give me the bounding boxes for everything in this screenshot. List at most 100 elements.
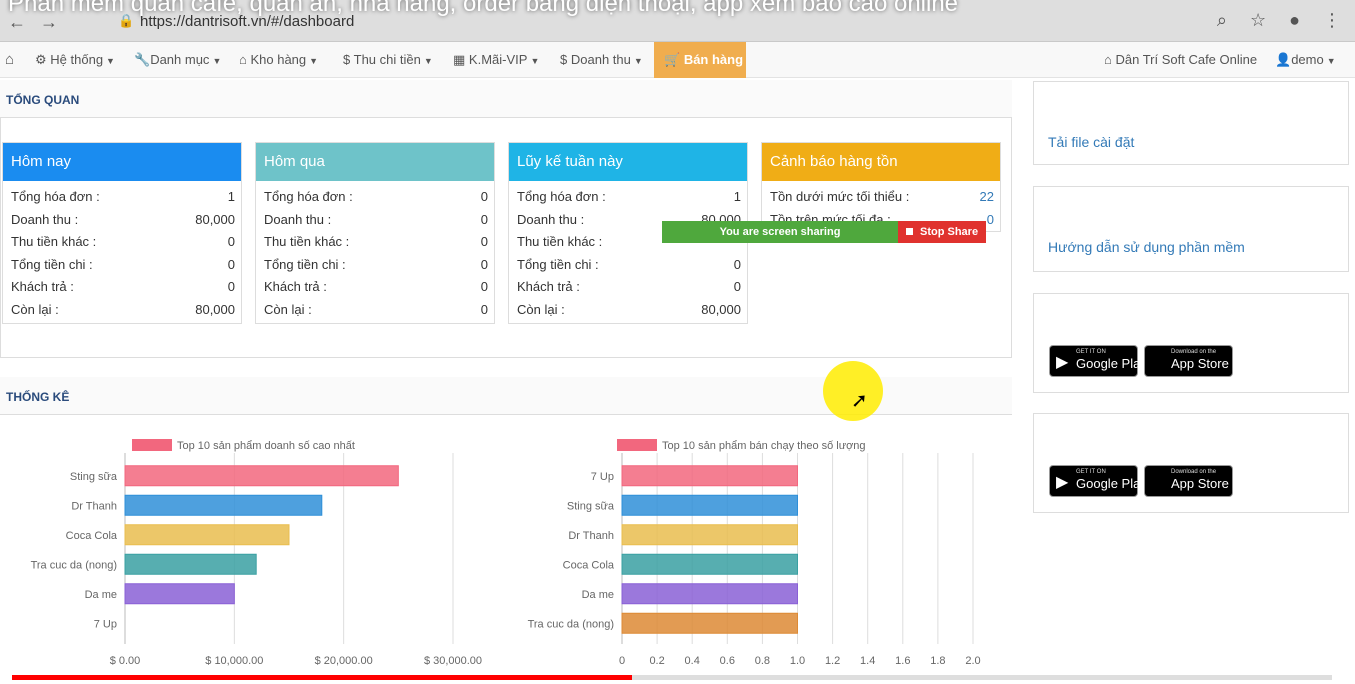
overview-row-value: 0 <box>480 256 488 272</box>
nav-label: Thu chi tiền <box>353 52 421 67</box>
y-tick-label: Da me <box>582 589 614 601</box>
nav-danh-muc[interactable]: 🔧Danh mục ▼ <box>134 42 221 78</box>
y-tick-label: Da me <box>85 589 117 601</box>
nav-user[interactable]: 👤demo ▼ <box>1275 42 1336 78</box>
menu-icon[interactable]: ⋮ <box>1323 10 1341 30</box>
video-title: Phần mềm quản cafe, quán ăn, nhà hàng, o… <box>8 0 959 17</box>
revenue-chart: Top 10 sản phẩm doanh số cao nhất $ 0.00 $… <box>31 439 482 667</box>
stop-share-button[interactable]: Stop Share <box>898 221 986 243</box>
bar <box>124 465 399 487</box>
star-icon[interactable]: ☆ <box>1250 10 1266 30</box>
google-play-button[interactable]: ▶ GET IT ON Google Play <box>1049 465 1147 497</box>
zoom-icon[interactable]: ⌕ <box>1217 10 1227 30</box>
overview-row-value: 0 <box>480 234 488 249</box>
overview-row-label: Doanh thu : <box>517 211 585 227</box>
overview-row-value[interactable]: 0 <box>987 212 994 227</box>
overview-row: Còn lại : 0 <box>256 298 494 321</box>
cart-icon: 🛒 <box>664 52 681 67</box>
user-icon: 👤 <box>1275 52 1292 67</box>
profile-icon[interactable]: ● <box>1289 10 1300 30</box>
google-play-button[interactable]: ▶ GET IT ON Google Play <box>1049 345 1147 377</box>
y-tick-label: Sting sữa <box>70 471 118 483</box>
panel-settings: Cài đặt màn hình bán hàng Tải file cài đ… <box>1033 81 1349 165</box>
panel-order-app-title: Ứng dụng Order trên điện thoại <box>1048 423 1257 440</box>
x-tick-label: 0.8 <box>755 655 770 667</box>
overview-row: Tổng hóa đơn : 0 <box>256 185 494 208</box>
overview-box-title: Hôm qua <box>256 143 494 181</box>
overview-box: Hôm qua Tổng hóa đơn :0 Doanh thu :0 Thu ti… <box>255 142 495 324</box>
overview-row: Tồn dưới mức tối thiểu : 22 <box>762 185 1000 208</box>
nav-label: K.Mãi-VIP <box>468 52 528 67</box>
overview-row-value: 1 <box>227 189 235 204</box>
app-store-button[interactable]: Download on the App Store <box>1144 465 1233 497</box>
video-progress-bar[interactable] <box>12 675 1332 680</box>
home-icon: ⌂ <box>239 52 247 67</box>
y-tick-label: 7 Up <box>94 618 117 630</box>
nav-kho-hang[interactable]: ⌂ Kho hàng ▼ <box>239 42 318 78</box>
nav-store[interactable]: ⌂ Dân Trí Soft Cafe Online <box>1104 42 1257 78</box>
x-tick-label: $ 10,000.00 <box>205 655 263 667</box>
overview-box-title: Lũy kế tuần này <box>509 143 747 181</box>
overview-row-value: 80,000 <box>195 301 235 317</box>
screen-share-status: You are screen sharing <box>662 221 898 243</box>
x-tick-label: 1.0 <box>790 655 805 667</box>
overview-row: Doanh thu : 80,000 <box>3 208 241 231</box>
overview-row: Khách trả : 0 <box>256 275 494 298</box>
overview-row-value: 0 <box>480 189 488 204</box>
google-big-text: Google Play <box>1076 356 1147 371</box>
quantity-chart: Top 10 sản phẩm bán chạy theo số lượng 0 0… <box>528 439 981 667</box>
x-tick-label: 1.2 <box>825 655 840 667</box>
nav-he-thong[interactable]: ⚙ Hệ thống ▼ <box>35 42 115 78</box>
overview-row-label: Khách trả : <box>11 279 74 294</box>
google-big-text: Google Play <box>1076 476 1147 491</box>
google-play-icon: ▶ <box>1056 474 1069 491</box>
overview-row-label: Khách trả : <box>517 279 580 294</box>
legend-swatch <box>617 439 657 451</box>
overview-row: Tổng tiền chi : 0 <box>3 253 241 276</box>
nav-doanh-thu[interactable]: $ Doanh thu ▼ <box>560 42 643 78</box>
bar <box>124 553 257 575</box>
overview-row-value[interactable]: 22 <box>980 189 994 204</box>
overview-row-label: Tổng tiền chi : <box>11 256 93 272</box>
overview-header: TỔNG QUAN <box>0 80 1012 118</box>
nav-home-icon[interactable]: ⌂ <box>5 42 14 78</box>
x-tick-label: $ 20,000.00 <box>315 655 373 667</box>
user-guide-link[interactable]: Hướng dẫn sử dụng phần mềm <box>1048 239 1245 255</box>
x-tick-label: $ 0.00 <box>110 655 141 667</box>
bar <box>621 494 798 516</box>
bar <box>621 465 798 487</box>
overview-row-value: 0 <box>480 279 488 294</box>
home-icon: ⌂ <box>1104 52 1112 67</box>
apple-big-text: App Store <box>1171 476 1229 491</box>
overview-row-value: 0 <box>227 234 235 249</box>
overview-row: Thu tiền khác : 0 <box>3 230 241 253</box>
download-setup-link[interactable]: Tải file cài đặt <box>1048 134 1134 150</box>
overview-row-label: Tổng tiền chi : <box>517 256 599 272</box>
x-tick-label: $ 30,000.00 <box>424 655 482 667</box>
bar <box>124 494 323 516</box>
overview-row-value: 80,000 <box>195 211 235 227</box>
gear-icon: ⚙ <box>35 52 47 67</box>
overview-row: Khách trả : 0 <box>509 275 747 298</box>
nav-kmai-vip[interactable]: ▦ K.Mãi-VIP ▼ <box>453 42 539 78</box>
cursor-icon: ➚ <box>851 390 868 412</box>
nav-thu-chi[interactable]: $ Thu chi tiền ▼ <box>343 42 433 78</box>
panel-guide-title: Hướng dẫn sử dụng <box>1048 196 1184 213</box>
x-tick-label: 0.2 <box>649 655 664 667</box>
overview-row-value: 0 <box>480 211 488 227</box>
x-tick-label: 0 <box>619 655 625 667</box>
overview-row-label: Còn lại : <box>517 301 565 317</box>
overview-box-title: Hôm nay <box>3 143 241 181</box>
y-tick-label: Tra cuc da (nong) <box>31 559 117 571</box>
wrench-icon: 🔧 <box>134 52 151 67</box>
bar <box>124 583 235 605</box>
app-store-button[interactable]: Download on the App Store <box>1144 345 1233 377</box>
apple-small-text: Download on the <box>1171 349 1217 355</box>
panel-order-app: Ứng dụng Order trên điện thoại ▶ GET IT … <box>1033 413 1349 513</box>
bar <box>621 524 798 546</box>
panel-settings-title: Cài đặt màn hình bán hàng <box>1048 91 1229 108</box>
nav-ban-hang[interactable]: 🛒 Bán hàng <box>654 42 746 78</box>
bar <box>124 524 290 546</box>
app-navbar: ⌂ ⚙ Hệ thống ▼ 🔧Danh mục ▼ ⌂ Kho hàng ▼ $ T… <box>0 42 1355 78</box>
y-tick-label: Sting sữa <box>567 500 615 512</box>
